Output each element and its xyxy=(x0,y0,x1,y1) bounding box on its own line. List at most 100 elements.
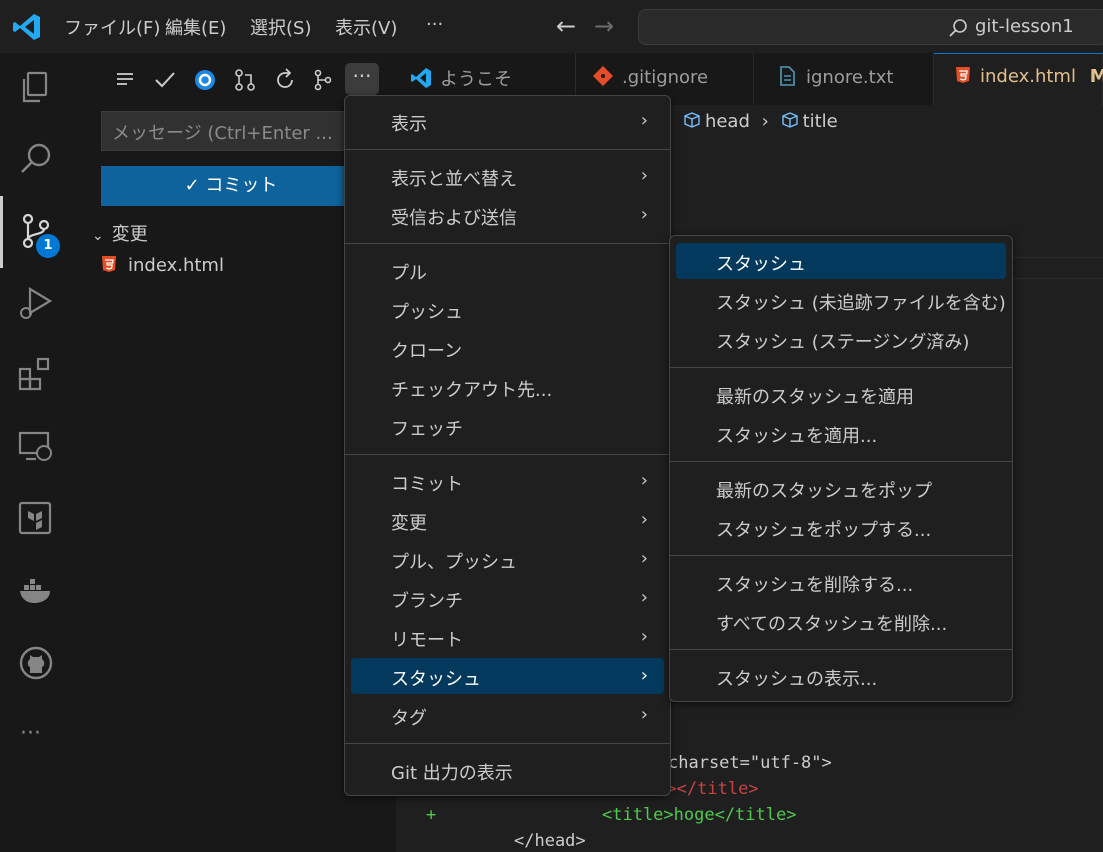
menu-selection[interactable]: 選択(S) xyxy=(250,14,311,40)
menu-item-label: リモート xyxy=(391,630,463,651)
menu-item-label: スタッシュを削除する... xyxy=(716,575,914,596)
search-icon[interactable] xyxy=(16,139,56,179)
menu-item-pull[interactable]: プル xyxy=(351,252,664,288)
menu-item-label: スタッシュをポップする... xyxy=(716,520,932,541)
more-actions-button[interactable]: ··· xyxy=(345,63,379,95)
extensions-icon[interactable] xyxy=(16,355,56,395)
graph-icon[interactable] xyxy=(310,67,336,93)
chevron-right-icon: › xyxy=(640,165,648,186)
pull-request-icon[interactable] xyxy=(232,67,258,93)
submenu-item-stash-untracked[interactable]: スタッシュ (未追跡ファイルを含む) xyxy=(676,282,1006,318)
menu-item-label: スタッシュ xyxy=(391,669,481,690)
menu-view[interactable]: 表示(V) xyxy=(335,14,397,40)
chevron-right-icon: › xyxy=(640,587,648,608)
commit-button[interactable]: ✓ コミット xyxy=(101,166,361,206)
chevron-right-icon: › xyxy=(640,626,648,647)
menu-item-label: 表示と並べ替え xyxy=(391,169,517,190)
menu-item-label: タグ xyxy=(391,708,427,729)
cube-icon xyxy=(781,111,799,129)
chevron-right-icon: › xyxy=(640,204,648,225)
chevron-right-icon: › xyxy=(640,665,648,686)
view-as-tree-icon[interactable] xyxy=(112,67,138,93)
menu-item-label: スタッシュ (未追跡ファイルを含む) xyxy=(716,293,1006,314)
menu-item-tags[interactable]: タグ › xyxy=(351,697,664,733)
docker-icon[interactable] xyxy=(16,571,56,611)
menu-item-remote[interactable]: リモート › xyxy=(351,619,664,655)
submenu-item-drop[interactable]: スタッシュを削除する... xyxy=(676,564,1006,600)
forward-arrow-icon[interactable]: → xyxy=(594,12,614,40)
menu-item-label: すべてのスタッシュを削除... xyxy=(716,614,948,635)
menu-item-pull-push[interactable]: プル、プッシュ › xyxy=(351,541,664,577)
menu-item-view-sort[interactable]: 表示と並べ替え › xyxy=(351,158,664,194)
submenu-item-apply[interactable]: スタッシュを適用... xyxy=(676,415,1006,451)
chevron-right-icon: › xyxy=(640,548,648,569)
menu-item-commit[interactable]: コミット › xyxy=(351,463,664,499)
menu-item-label: チェックアウト先... xyxy=(391,380,553,401)
submenu-item-stash[interactable]: スタッシュ xyxy=(676,243,1006,279)
changed-file-item[interactable]: index.html xyxy=(100,255,224,276)
workspace-name: git-lesson1 xyxy=(975,16,1074,37)
run-debug-icon[interactable] xyxy=(16,283,56,323)
html5-icon xyxy=(102,256,116,272)
more-actions-menu: 表示 › 表示と並べ替え › 受信および送信 › プル プッシュ クローン チェックア… xyxy=(344,95,671,796)
submenu-item-drop-all[interactable]: すべてのスタッシュを削除... xyxy=(676,603,1006,639)
vscode-logo-icon xyxy=(411,68,431,88)
menu-item-label: プル、プッシュ xyxy=(391,552,517,573)
menu-item-checkout[interactable]: チェックアウト先... xyxy=(351,369,664,405)
menu-item-fetch[interactable]: フェッチ xyxy=(351,408,664,444)
menu-item-branch[interactable]: ブランチ › xyxy=(351,580,664,616)
menu-item-label: Git 出力の表示 xyxy=(391,763,513,784)
tab-ignore-txt[interactable]: ignore.txt xyxy=(754,53,934,105)
modified-indicator: M xyxy=(1089,66,1103,87)
changes-section-header[interactable]: ⌄ 変更 xyxy=(92,220,148,246)
code-line-head-close: </head> xyxy=(514,831,586,851)
menu-item-clone[interactable]: クローン xyxy=(351,330,664,366)
terraform-icon[interactable] xyxy=(16,499,56,539)
menu-item-label: ブランチ xyxy=(391,591,463,612)
code-line-added: <title>hoge</title> xyxy=(602,805,797,825)
submenu-item-pop[interactable]: スタッシュをポップする... xyxy=(676,509,1006,545)
chevron-right-icon: › xyxy=(640,470,648,491)
menu-item-label: スタッシュの表示... xyxy=(716,669,878,690)
refresh-icon[interactable] xyxy=(272,67,298,93)
breadcrumb-title[interactable]: title xyxy=(803,111,838,132)
command-center-search[interactable]: git-lesson1 xyxy=(638,9,1103,45)
submenu-item-view-stash[interactable]: スタッシュの表示... xyxy=(676,658,1006,694)
submenu-item-stash-staged[interactable]: スタッシュ (ステージング済み) xyxy=(676,321,1006,357)
github-icon[interactable] xyxy=(16,643,56,683)
submenu-item-apply-latest[interactable]: 最新のスタッシュを適用 xyxy=(676,376,1006,412)
menu-item-show-git-output[interactable]: Git 出力の表示 xyxy=(351,752,664,788)
menu-separator xyxy=(345,149,670,150)
chevron-right-icon: › xyxy=(640,509,648,530)
git-icon xyxy=(593,66,613,86)
menu-item-sync[interactable]: 受信および送信 › xyxy=(351,197,664,233)
vscode-logo-icon xyxy=(13,14,40,40)
submenu-item-pop-latest[interactable]: 最新のスタッシュをポップ xyxy=(676,470,1006,506)
more-icon[interactable]: ··· xyxy=(20,721,41,746)
menu-item-changes[interactable]: 変更 › xyxy=(351,502,664,538)
chevron-right-icon: › xyxy=(640,110,648,131)
active-indicator xyxy=(0,196,3,268)
tab-label: ようこそ xyxy=(440,69,512,90)
menu-item-view[interactable]: 表示 › xyxy=(351,103,664,139)
back-arrow-icon[interactable]: ← xyxy=(556,12,576,40)
chevron-right-icon: › xyxy=(640,704,648,725)
copilot-icon[interactable] xyxy=(192,67,218,93)
menu-item-label: スタッシュを適用... xyxy=(716,426,878,447)
breadcrumb-sep: › xyxy=(761,111,769,132)
commit-check-icon[interactable] xyxy=(152,67,178,93)
search-icon xyxy=(949,19,967,37)
remote-explorer-icon[interactable] xyxy=(16,427,56,467)
menu-item-label: 最新のスタッシュを適用 xyxy=(716,387,914,408)
menu-item-label: 表示 xyxy=(391,114,427,135)
menu-file[interactable]: ファイル(F) xyxy=(64,14,160,40)
html5-icon xyxy=(956,67,970,83)
breadcrumb-head[interactable]: head xyxy=(705,111,750,132)
menu-more[interactable]: ··· xyxy=(426,14,443,35)
tab-index-html[interactable]: index.html M xyxy=(934,53,1103,105)
menu-item-push[interactable]: プッシュ xyxy=(351,291,664,327)
commit-message-input[interactable]: メッセージ (Ctrl+Enter ... xyxy=(101,111,361,151)
explorer-icon[interactable] xyxy=(16,67,56,107)
menu-edit[interactable]: 編集(E) xyxy=(165,14,226,40)
menu-item-stash[interactable]: スタッシュ › xyxy=(351,658,664,694)
